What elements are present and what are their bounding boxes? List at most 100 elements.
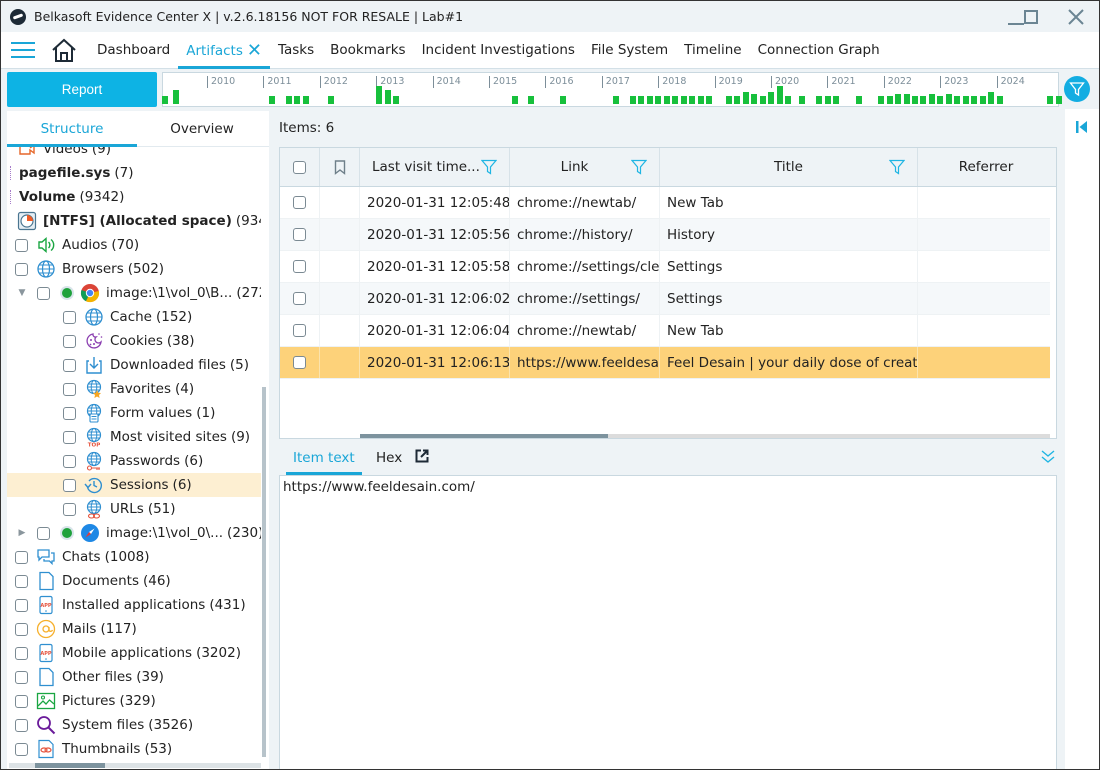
tree-item-checkbox[interactable] (15, 550, 28, 564)
timeline-bar[interactable] (680, 96, 687, 104)
timeline-bar[interactable] (979, 96, 986, 104)
home-button[interactable] (51, 37, 77, 63)
timeline-bar[interactable] (912, 96, 918, 104)
tree-item[interactable]: APP Mobile applications (3202) (7, 641, 261, 665)
timeline-bar[interactable] (161, 96, 168, 104)
timeline-bar[interactable] (855, 96, 862, 104)
timeline-bar[interactable] (725, 96, 732, 104)
tree-item-checkbox[interactable] (15, 598, 28, 612)
timeline-bar[interactable] (878, 96, 885, 104)
tree-item[interactable]: Sessions (6) (7, 473, 261, 497)
timeline-bar[interactable] (945, 94, 952, 104)
row-checkbox[interactable] (293, 324, 306, 337)
timeline-bar[interactable] (1047, 96, 1054, 104)
timeline-bar[interactable] (613, 96, 620, 104)
tree-item[interactable]: Chats (1008) (7, 545, 261, 569)
tree-item[interactable]: [NTFS] (Allocated space)(9342) (7, 209, 261, 233)
timeline-bar[interactable] (638, 96, 645, 104)
tree-item-checkbox[interactable] (63, 334, 76, 348)
report-button[interactable]: Report (7, 72, 157, 107)
timeline-bar[interactable] (886, 96, 893, 104)
timeline-bar[interactable] (751, 94, 758, 104)
timeline-bar[interactable] (672, 96, 679, 104)
timeline-bar[interactable] (173, 90, 180, 104)
row-checkbox[interactable] (293, 260, 306, 273)
row-checkbox[interactable] (293, 196, 306, 209)
timeline-bar[interactable] (816, 96, 823, 104)
timeline-bar[interactable] (903, 94, 910, 104)
tab-bookmarks[interactable]: Bookmarks (322, 32, 413, 69)
table-row[interactable]: 2020-01-31 12:06:04 chrome://newtab/New T… (280, 315, 1050, 347)
tree-item[interactable]: System files (3526) (7, 713, 261, 737)
tab-artifacts[interactable]: Artifacts ✕ (178, 32, 270, 69)
tree-item[interactable]: TOP Most visited sites (9) (7, 425, 261, 449)
row-select-cell[interactable] (280, 315, 320, 346)
tree-item[interactable]: Downloaded files (5) (7, 353, 261, 377)
collapse-panel-icon[interactable] (1076, 120, 1088, 134)
table-row[interactable]: 2020-01-31 12:06:13 https://www.feeldesai… (280, 347, 1050, 379)
tree-item[interactable]: ▼ image:\1\vol_0\B...(272) (7, 281, 261, 305)
header-title[interactable]: Title (660, 148, 918, 186)
tree-item-checkbox[interactable] (15, 742, 28, 756)
tree-item-checkbox[interactable] (63, 358, 76, 372)
tree-item[interactable]: Form values (1) (7, 401, 261, 425)
tree-item-checkbox[interactable] (63, 454, 76, 468)
timeline-bar[interactable] (511, 96, 518, 104)
tree-horizontal-scrollbar[interactable] (9, 763, 261, 768)
tree-item[interactable]: Mails (117) (7, 617, 261, 641)
tree-item[interactable]: pagefile.sys (7) (7, 161, 261, 185)
timeline-bar[interactable] (328, 96, 335, 104)
row-select-cell[interactable] (280, 187, 320, 218)
timeline-bar[interactable] (776, 86, 783, 104)
open-external-icon[interactable] (415, 449, 429, 463)
expand-arrow-down-icon[interactable]: ▼ (17, 288, 27, 298)
row-select-cell[interactable] (280, 283, 320, 314)
grid-horizontal-scrollbar[interactable] (360, 434, 1050, 438)
timeline-bar[interactable] (759, 96, 766, 104)
timeline-bar[interactable] (697, 96, 704, 104)
row-bookmark-cell[interactable] (320, 347, 360, 378)
tree-item[interactable]: Cache (152) (7, 305, 261, 329)
tree-item-checkbox[interactable] (63, 502, 76, 516)
timeline-bar[interactable] (768, 92, 775, 104)
timeline-bar[interactable] (630, 96, 636, 104)
header-referrer[interactable]: Referrer (918, 148, 1056, 186)
tab-hex[interactable]: Hex (376, 443, 429, 474)
row-bookmark-cell[interactable] (320, 251, 360, 282)
tree-item[interactable]: Videos (9) (7, 147, 261, 161)
timeline-filter-button[interactable] (1064, 76, 1090, 102)
tab-structure[interactable]: Structure (7, 111, 137, 147)
close-window-button[interactable] (1056, 1, 1096, 32)
tab-incident-investigations[interactable]: Incident Investigations (414, 32, 583, 69)
tree-item-checkbox[interactable] (63, 430, 76, 444)
row-select-cell[interactable] (280, 347, 320, 378)
tree-item-checkbox[interactable] (37, 286, 50, 300)
close-tab-icon[interactable]: ✕ (247, 40, 262, 61)
tree-item-checkbox[interactable] (63, 382, 76, 396)
timeline-bar[interactable] (528, 96, 535, 104)
timeline-bar[interactable] (928, 94, 935, 104)
timeline-bar[interactable] (996, 96, 1003, 104)
column-filter-icon[interactable] (631, 159, 647, 175)
tree-item-checkbox[interactable] (63, 310, 76, 324)
timeline-bar[interactable] (824, 96, 831, 104)
header-link[interactable]: Link (510, 148, 660, 186)
tree-item-checkbox[interactable] (63, 406, 76, 420)
collapse-down-icon[interactable] (1041, 450, 1055, 464)
tab-connection-graph[interactable]: Connection Graph (750, 32, 888, 69)
tree-item-checkbox[interactable] (15, 670, 28, 684)
row-bookmark-cell[interactable] (320, 219, 360, 250)
tree-item[interactable]: ▶ image:\1\vol_0\... (230) (7, 521, 261, 545)
timeline-bar[interactable] (384, 90, 391, 104)
column-filter-icon[interactable] (481, 159, 497, 175)
tab-dashboard[interactable]: Dashboard (89, 32, 178, 69)
timeline-bar[interactable] (734, 96, 741, 104)
row-checkbox[interactable] (293, 356, 306, 369)
timeline-bar[interactable] (971, 96, 978, 104)
table-row[interactable]: 2020-01-31 12:05:56 chrome://history/Hist… (280, 219, 1050, 251)
tab-item-text[interactable]: Item text (286, 443, 362, 475)
timeline-bar[interactable] (663, 96, 670, 104)
tree-item-checkbox[interactable] (15, 238, 28, 252)
tree-item[interactable]: Audios (70) (7, 233, 261, 257)
tree-item[interactable]: Passwords (6) (7, 449, 261, 473)
